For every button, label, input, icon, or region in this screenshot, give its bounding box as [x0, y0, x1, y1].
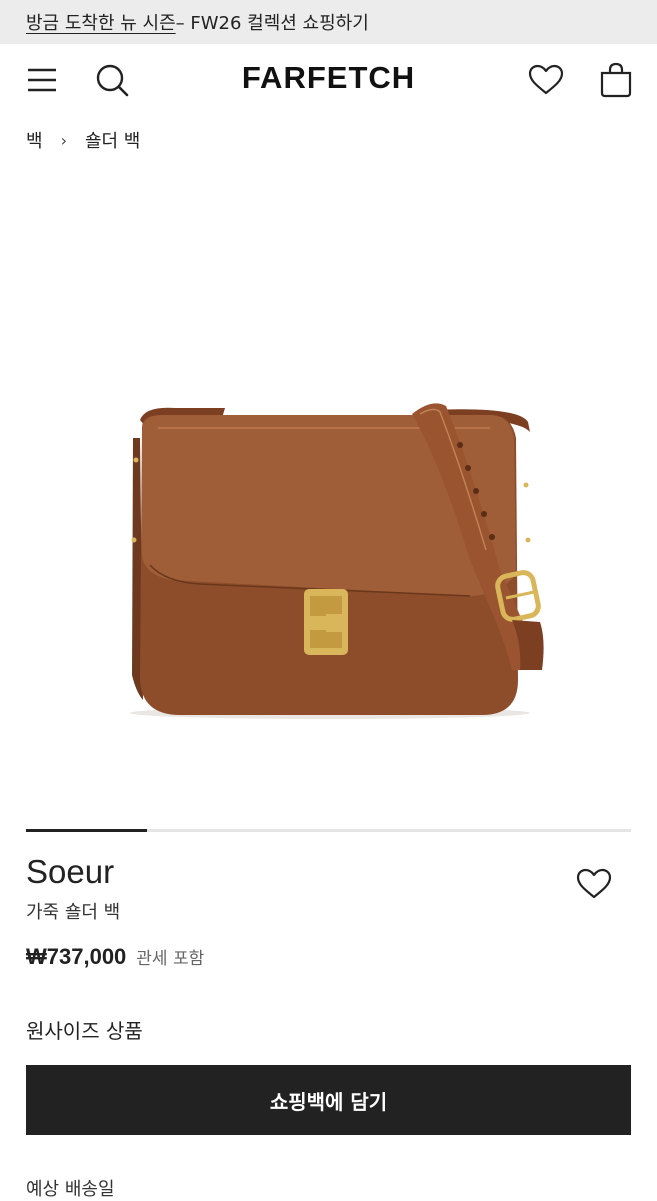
heart-icon[interactable] [526, 60, 566, 100]
product-brand[interactable]: Soeur [26, 853, 114, 891]
carousel-active-indicator[interactable] [26, 829, 147, 832]
breadcrumb-item-shoulder-bags[interactable]: 숄더 백 [85, 127, 140, 153]
tax-note: 관세 포함 [136, 949, 205, 969]
breadcrumb-separator: › [60, 130, 67, 150]
add-to-bag-button[interactable]: 쇼핑백에 담기 [26, 1065, 631, 1135]
price-row: ₩737,000 관세 포함 [26, 944, 204, 970]
heart-outline-icon[interactable] [576, 868, 612, 904]
breadcrumb-item-bags[interactable]: 백 [26, 127, 43, 153]
product-price: ₩737,000 [26, 944, 127, 969]
product-name: 가죽 숄더 백 [26, 902, 121, 923]
promo-link[interactable]: 방금 도착한 뉴 시즌 [26, 9, 176, 35]
product-image[interactable] [0, 170, 657, 820]
site-header: FARFETCH [0, 44, 657, 116]
size-note: 원사이즈 상품 [26, 1019, 143, 1043]
promo-text: – FW26 컬렉션 쇼핑하기 [175, 13, 369, 34]
delivery-estimate-label: 예상 배송일 [26, 1179, 115, 1200]
breadcrumb: 백 › 숄더 백 [26, 127, 140, 153]
promo-banner[interactable]: 방금 도착한 뉴 시즌 – FW26 컬렉션 쇼핑하기 [0, 0, 657, 44]
shopping-bag-icon[interactable] [596, 60, 636, 100]
